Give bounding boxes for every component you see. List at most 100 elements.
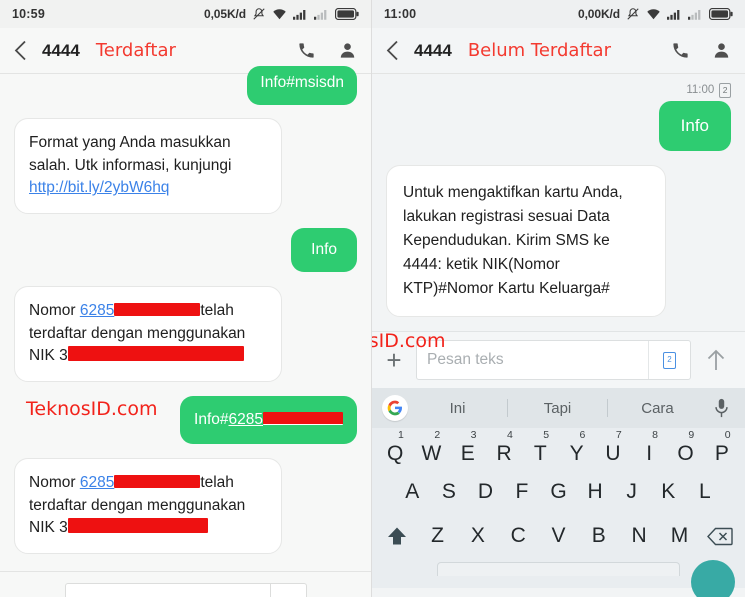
key-alt-num: 1: [398, 429, 404, 442]
on-screen-keyboard: Ini Tapi Cara 1Q 2W 3E 4R 5T 6Y 7U 8I 9 …: [372, 388, 745, 597]
key-w[interactable]: 2W: [413, 429, 449, 466]
key-label: D: [477, 480, 493, 504]
key-f[interactable]: F: [504, 480, 541, 504]
key-label: J: [626, 480, 637, 504]
message-bubble-outgoing[interactable]: Info#6285: [180, 395, 357, 445]
shift-up-arrow-icon[interactable]: [377, 522, 417, 547]
message-bubble-outgoing[interactable]: Info: [658, 100, 731, 152]
key-p[interactable]: 0P: [704, 429, 740, 466]
redacted-number-prefix[interactable]: 6285: [80, 474, 114, 491]
key-alt-num: 9: [688, 429, 695, 442]
sim-badge-2: 2: [663, 351, 676, 369]
left-message-input[interactable]: [64, 583, 271, 597]
key-a[interactable]: A: [394, 480, 431, 504]
message-bubble-incoming[interactable]: Nomor 6285 telah terdaftar dengan menggun…: [14, 286, 282, 382]
key-label: L: [698, 480, 711, 504]
key-alt-num: 7: [615, 429, 622, 442]
key-q[interactable]: 1Q: [377, 429, 413, 466]
app-bar-actions: [671, 41, 731, 60]
suggestion-item[interactable]: Ini: [408, 400, 507, 417]
enter-key[interactable]: [691, 560, 735, 597]
microphone-icon[interactable]: [707, 398, 735, 418]
conversation-title: 4444: [414, 40, 452, 60]
message-bubble-incoming[interactable]: Format yang Anda masukkan salah. Utk inf…: [14, 118, 282, 214]
left-composer-bar[interactable]: [0, 571, 371, 597]
plus-icon[interactable]: +: [380, 347, 408, 373]
key-label: K: [661, 480, 676, 504]
back-chevron-icon[interactable]: [14, 40, 34, 61]
message-row: Nomor 6285 telah terdaftar dengan menggun…: [14, 286, 357, 382]
key-m[interactable]: M: [659, 522, 699, 548]
key-k[interactable]: K: [650, 480, 687, 504]
key-label: M: [670, 524, 689, 548]
key-b[interactable]: B: [579, 522, 619, 548]
message-text: Nomor: [29, 474, 80, 492]
data-rate-label: 0,00K/d: [578, 7, 620, 21]
message-text: Info: [311, 240, 337, 258]
backspace-icon[interactable]: [700, 522, 740, 546]
key-label: Z: [431, 524, 444, 548]
message-text: Nomor: [29, 302, 80, 320]
message-text: Info#msisdn: [260, 74, 344, 91]
key-i[interactable]: 8I: [631, 429, 667, 466]
right-message-thread[interactable]: 11:00 2 Info Untuk mengaktifkan kartu An…: [372, 74, 745, 318]
message-bubble-incoming[interactable]: Untuk mengaktifkan kartu Anda, lakukan r…: [386, 165, 666, 318]
sim-selector[interactable]: 2: [648, 341, 690, 380]
message-input-placeholder[interactable]: Pesan teks: [417, 351, 648, 369]
key-h[interactable]: H: [577, 480, 614, 504]
key-u[interactable]: 7U: [595, 429, 631, 466]
signal-weak-icon: [688, 8, 703, 21]
left-send-button[interactable]: [270, 583, 307, 597]
message-timestamp: 11:00 2: [386, 83, 731, 98]
app-bar-actions: [297, 41, 357, 60]
key-z[interactable]: Z: [417, 522, 457, 548]
key-o[interactable]: 9O: [667, 429, 703, 466]
sim-badge: 2: [719, 83, 731, 98]
message-link[interactable]: http://bit.ly/2ybW6hq: [29, 179, 169, 196]
key-r[interactable]: 4R: [486, 429, 522, 466]
redaction-bar: [263, 411, 343, 425]
key-l[interactable]: L: [687, 480, 724, 504]
phone-icon[interactable]: [671, 41, 690, 60]
message-row: Info#6285: [14, 395, 357, 445]
message-composer: + Pesan teks 2: [372, 331, 745, 389]
key-y[interactable]: 6Y: [558, 429, 594, 466]
suggestion-item[interactable]: Cara: [608, 400, 707, 417]
redaction-bar: [67, 518, 208, 534]
person-icon[interactable]: [338, 41, 357, 60]
key-v[interactable]: V: [538, 522, 578, 548]
key-j[interactable]: J: [613, 480, 650, 504]
key-n[interactable]: N: [619, 522, 659, 548]
back-chevron-icon[interactable]: [386, 40, 406, 61]
key-e[interactable]: 3E: [450, 429, 486, 466]
key-g[interactable]: G: [540, 480, 577, 504]
redacted-number-prefix[interactable]: 6285: [229, 411, 263, 428]
person-icon[interactable]: [712, 41, 731, 60]
battery-icon: [335, 8, 359, 20]
suggestion-item[interactable]: Tapi: [508, 400, 607, 417]
key-c[interactable]: C: [498, 522, 538, 548]
keyboard-suggestion-bar: Ini Tapi Cara: [372, 388, 745, 429]
left-message-thread[interactable]: Info#msisdn Format yang Anda masukkan sa…: [0, 66, 371, 554]
key-d[interactable]: D: [467, 480, 504, 504]
redacted-number-prefix[interactable]: 6285: [80, 302, 114, 319]
message-bubble-outgoing[interactable]: Info#msisdn: [247, 66, 357, 106]
redaction-bar: [114, 303, 201, 317]
message-bubble-outgoing[interactable]: Info: [291, 227, 357, 273]
message-input-wrapper[interactable]: Pesan teks 2: [416, 340, 691, 381]
signal-full-icon: [293, 8, 308, 21]
status-time: 11:00: [384, 7, 417, 21]
message-row: Format yang Anda masukkan salah. Utk inf…: [14, 118, 357, 214]
spacebar[interactable]: [437, 562, 680, 577]
key-x[interactable]: X: [458, 522, 498, 548]
send-arrow-up-icon[interactable]: [699, 348, 733, 372]
key-alt-num: 4: [506, 429, 513, 442]
phone-icon[interactable]: [297, 41, 316, 60]
message-bubble-incoming[interactable]: Nomor 6285 telah terdaftar dengan menggun…: [14, 458, 282, 554]
key-t[interactable]: 5T: [522, 429, 558, 466]
message-row: Info: [14, 227, 357, 273]
google-g-icon[interactable]: [382, 395, 408, 422]
key-s[interactable]: S: [431, 480, 468, 504]
key-label: B: [591, 524, 606, 548]
key-alt-num: 3: [470, 429, 477, 442]
